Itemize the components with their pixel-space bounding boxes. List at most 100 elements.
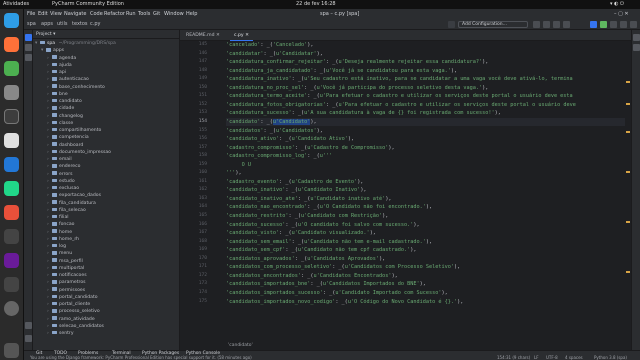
- status-message[interactable]: You are using the Django framework: PyCh…: [30, 355, 252, 360]
- tree-folder[interactable]: › exclusao: [47, 185, 79, 192]
- menu-item[interactable]: Code: [90, 9, 103, 19]
- tree-folder[interactable]: › endereco: [47, 163, 80, 170]
- tree-folder[interactable]: › bne: [47, 91, 68, 98]
- tree-folder[interactable]: › menu: [47, 250, 72, 257]
- tree-folder[interactable]: › competencia: [47, 134, 89, 141]
- tab-readme[interactable]: README.md ✕: [182, 30, 224, 41]
- app-icon[interactable]: [4, 229, 19, 244]
- tree-folder[interactable]: › msa_perfil: [47, 258, 83, 265]
- show-apps-icon[interactable]: [4, 343, 19, 358]
- system-tray-icons[interactable]: ▾ ◐ ⏻: [610, 0, 624, 9]
- tree-folder[interactable]: › home: [47, 229, 72, 236]
- history-icon[interactable]: [610, 21, 617, 28]
- code-line[interactable]: O U: [226, 161, 251, 170]
- tree-folder[interactable]: › cidade: [47, 105, 74, 112]
- notifications-icon[interactable]: [633, 34, 640, 41]
- tree-folder[interactable]: › compartilhamento: [47, 127, 101, 134]
- app-menu-label[interactable]: PyCharm Community Edition: [52, 0, 124, 9]
- app-icon-3[interactable]: [4, 277, 19, 292]
- tree-folder[interactable]: › fila_candidatura: [47, 200, 96, 207]
- tree-folder[interactable]: › fila_selecao: [47, 207, 86, 214]
- s-app-icon[interactable]: [4, 13, 19, 28]
- pull-requests-icon[interactable]: [25, 54, 32, 61]
- caret-position[interactable]: 154:31 (9 chars): [497, 355, 530, 360]
- line-separator[interactable]: LF: [534, 355, 539, 360]
- tree-folder[interactable]: › portal_cliente: [47, 301, 90, 308]
- code-line[interactable]: 'candidatos_importados_sucesso': _(u'Can…: [226, 289, 448, 298]
- git-commit-icon[interactable]: [600, 21, 607, 28]
- tree-folder[interactable]: › api: [47, 69, 66, 76]
- tree-folder[interactable]: › sentry: [47, 330, 74, 337]
- menu-item[interactable]: Window: [164, 9, 184, 19]
- code-line[interactable]: 'candidato_sucesso': _(u'O candidato foi…: [226, 221, 420, 230]
- vcs-icon[interactable]: [448, 21, 455, 28]
- code-line[interactable]: 'candidatos_aprovados': _(u'Candidatos A…: [226, 255, 385, 264]
- code-line[interactable]: 'candidatar': _(u'Candidatar'),: [226, 50, 323, 59]
- obs-icon[interactable]: [4, 301, 19, 316]
- code-line[interactable]: 'candidato_restrito': _(u'Candidato com …: [226, 212, 388, 221]
- tree-folder[interactable]: › errors: [47, 171, 73, 178]
- code-line[interactable]: 'candidato': _(u'Candidato'),: [226, 117, 631, 127]
- code-line[interactable]: 'candidatos_importados_novo_codigo': _(u…: [226, 298, 463, 307]
- tree-folder[interactable]: › ajuda: [47, 62, 72, 69]
- menu-item[interactable]: Help: [186, 9, 197, 19]
- code-line[interactable]: 'candidatos_importados_bne': _(u'Candida…: [226, 280, 426, 289]
- code-line[interactable]: 'cancelado': _('Cancelado'),: [226, 41, 313, 50]
- code-line[interactable]: 'candidato_nao_encontrado': _(u'O Candid…: [226, 203, 432, 212]
- firefox-icon[interactable]: [4, 37, 19, 52]
- code-line[interactable]: 'candidato_inativo': _(u'Candidato Inati…: [226, 186, 367, 195]
- terminal-icon[interactable]: [4, 109, 19, 124]
- code-line[interactable]: 'cadastro_evento': _(u'Cadastro de Event…: [226, 178, 363, 187]
- editor-breadcrumb[interactable]: 'candidato': [180, 342, 631, 350]
- code-line[interactable]: 'candidatos_encontrados': _(u'Candidatos…: [226, 272, 398, 281]
- breadcrumb-item[interactable]: utils: [57, 19, 68, 30]
- python-interpreter[interactable]: Python 3.8 (spa): [594, 355, 627, 360]
- tree-folder[interactable]: › documento_impressao: [47, 149, 111, 156]
- database-icon[interactable]: [633, 44, 640, 51]
- code-line[interactable]: 'cadastro_compromisso': _(u'Cadastro de …: [226, 144, 395, 153]
- code-line[interactable]: 'candidatos': _(u'Candidatos'),: [226, 127, 323, 136]
- commit-tool-icon[interactable]: [25, 44, 32, 51]
- menu-item[interactable]: Navigate: [64, 9, 86, 19]
- tree-folder[interactable]: › parametros: [47, 279, 86, 286]
- menu-item[interactable]: Tools: [138, 9, 150, 19]
- code-line[interactable]: 'candidatura_fotos_obrigatorias': _(u'Pa…: [226, 101, 576, 110]
- code-line[interactable]: 'candidatura_termo_aceite': _(u'Para efe…: [226, 92, 573, 101]
- code-line[interactable]: '''),: [226, 169, 242, 178]
- code-line[interactable]: 'candidatura_sucesso': _(u'A sua candida…: [226, 109, 501, 118]
- menu-item[interactable]: View: [50, 9, 62, 19]
- tree-folder[interactable]: › candidato: [47, 98, 82, 105]
- tree-folder[interactable]: › notificacoes: [47, 272, 87, 279]
- tree-folder[interactable]: › foncao: [47, 221, 75, 228]
- activities-label[interactable]: Atividades: [3, 0, 29, 9]
- tree-folder[interactable]: › classe: [47, 120, 73, 127]
- code-editor[interactable]: 'cancelado': _('Cancelado'),'candidatar'…: [226, 41, 631, 350]
- code-line[interactable]: 'candidato_sem_cpf': _(u'Candidato não t…: [226, 246, 417, 255]
- breadcrumb-item[interactable]: textos: [72, 19, 88, 30]
- postman-icon[interactable]: [4, 205, 19, 220]
- tree-folder[interactable]: › filial: [47, 214, 69, 221]
- tree-folder[interactable]: › base_conhecimento: [47, 84, 105, 91]
- tree-folder[interactable]: › dashboard: [47, 142, 83, 149]
- tree-folder[interactable]: › home_rh: [47, 236, 79, 243]
- file-encoding[interactable]: UTF-8: [546, 355, 558, 360]
- tree-folder[interactable]: › log: [47, 243, 66, 250]
- tree-folder[interactable]: › ramo_atividade: [47, 316, 95, 323]
- tree-folder[interactable]: › estudo: [47, 178, 75, 185]
- menu-item[interactable]: File: [27, 9, 35, 19]
- debug-icon[interactable]: [543, 21, 550, 28]
- bookmarks-tool-icon[interactable]: [25, 335, 32, 342]
- code-line[interactable]: 'candidato_inativo_ate': _(u'Candidato i…: [226, 195, 392, 204]
- files-icon[interactable]: [4, 85, 19, 100]
- settings-icon[interactable]: [630, 21, 637, 28]
- tree-apps-folder[interactable]: ▾ apps: [41, 47, 64, 54]
- code-line[interactable]: 'candidatura_ja_candidatado': _(u'Você j…: [226, 67, 457, 76]
- tree-folder[interactable]: › processo_seletivo: [47, 308, 100, 315]
- code-line[interactable]: 'candidatura_no_proc_sel': _(u'Você já p…: [226, 84, 488, 93]
- breadcrumb-item[interactable]: spa: [27, 19, 36, 30]
- tree-folder[interactable]: › agenda: [47, 55, 76, 62]
- structure-tool-icon[interactable]: [25, 322, 32, 329]
- app-icon-2[interactable]: [4, 253, 19, 268]
- tab-c-py[interactable]: c.py ✕: [230, 30, 253, 41]
- pycharm-icon[interactable]: [4, 181, 19, 196]
